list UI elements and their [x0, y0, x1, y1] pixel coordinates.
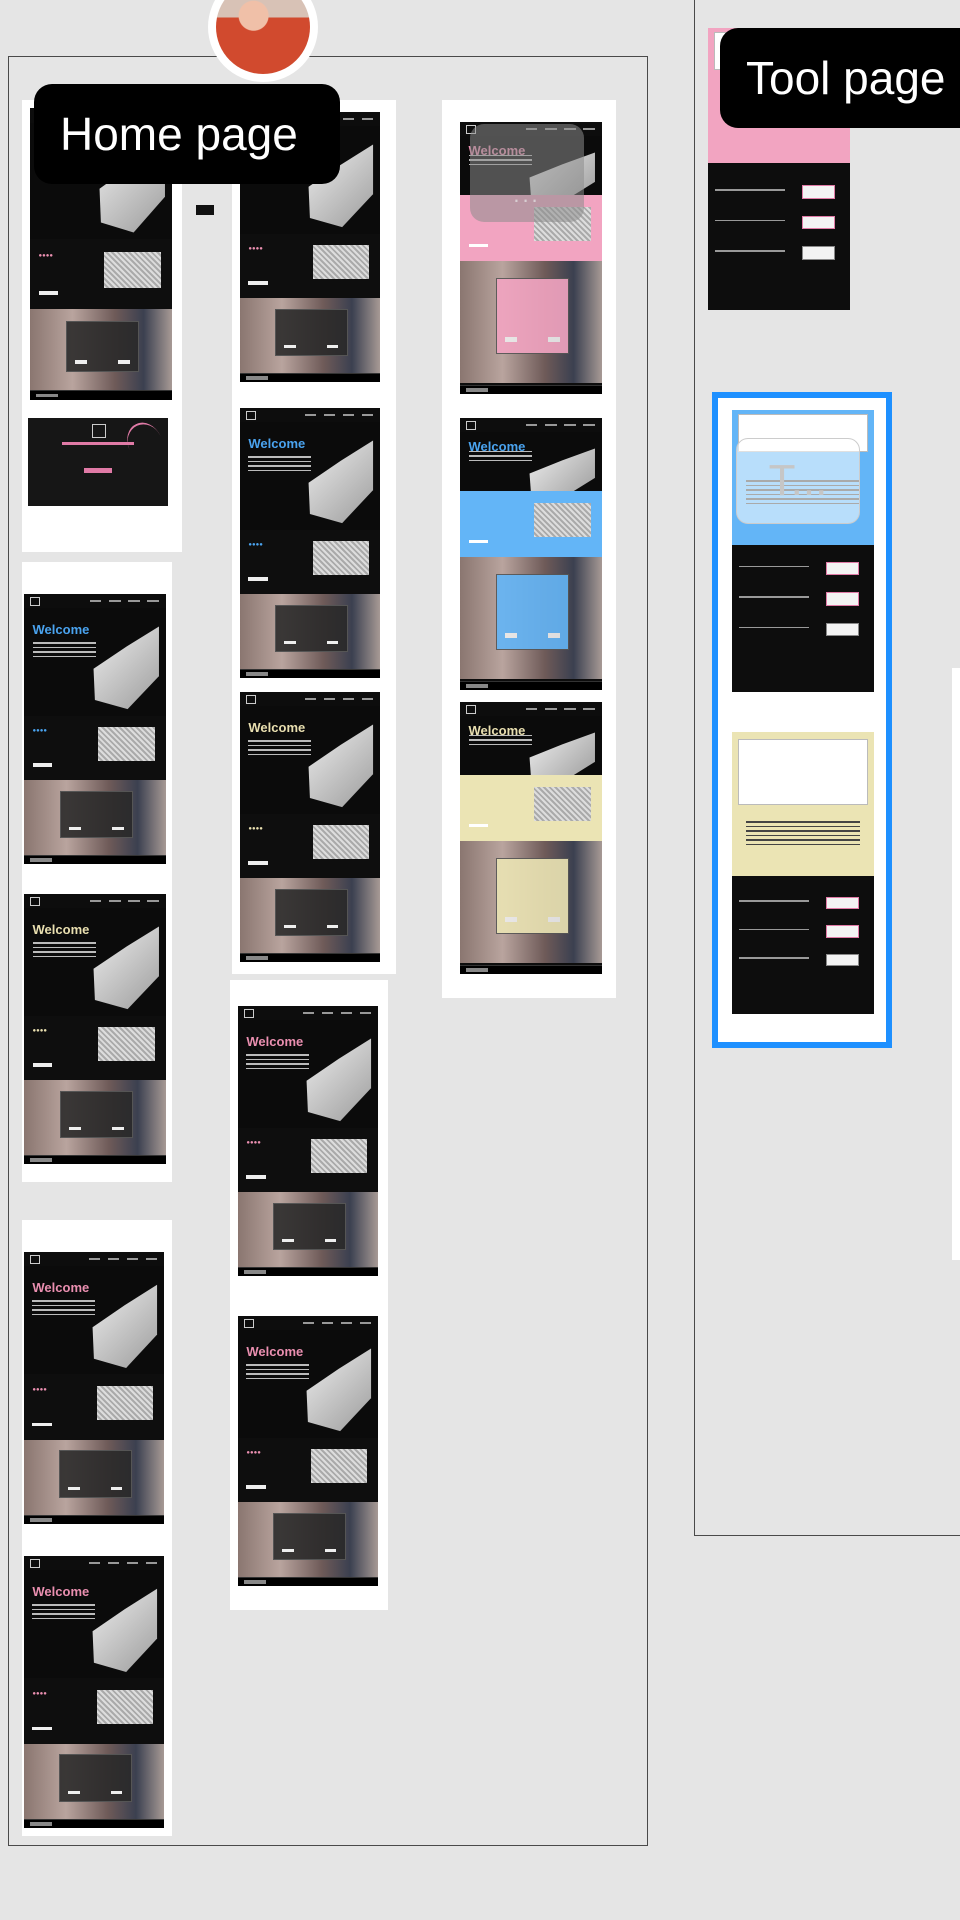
- drag-preview-overlay: ...: [470, 124, 584, 222]
- text-tool-cursor[interactable]: T...: [736, 438, 860, 524]
- home-screen-pink-6[interactable]: Welcome ●●●●: [238, 1316, 378, 1586]
- home-page-label[interactable]: Home page: [34, 84, 340, 184]
- welcome-heading: Welcome: [32, 1583, 90, 1599]
- welcome-heading: Welcome: [248, 435, 306, 451]
- home-screen-blue-2[interactable]: Welcome ●●●●: [240, 408, 380, 678]
- tool-screen-cream[interactable]: [732, 732, 874, 1014]
- welcome-heading: Welcome: [32, 921, 90, 937]
- link-icon[interactable]: [196, 205, 214, 215]
- home-screen-blue-band[interactable]: Welcome: [460, 418, 602, 690]
- welcome-heading: Welcome: [32, 1279, 90, 1295]
- promo-frame[interactable]: [28, 416, 170, 506]
- welcome-heading: Welcome: [246, 1343, 304, 1359]
- home-screen-pink-2[interactable]: Welcome ●●●●: [24, 1252, 164, 1524]
- home-screen-pink-5[interactable]: Welcome ●●●●: [238, 1006, 378, 1276]
- welcome-heading: Welcome: [32, 621, 90, 637]
- home-screen-pink-3[interactable]: Welcome ●●●●: [24, 1556, 164, 1828]
- home-screen-cream-2[interactable]: Welcome ●●●●: [240, 692, 380, 962]
- tool-page-label[interactable]: Tool page: [720, 28, 960, 128]
- offscreen-frame-edge: [952, 668, 960, 1260]
- home-screen-cream-1[interactable]: Welcome ●●●●: [24, 894, 166, 1164]
- welcome-heading: Welcome: [248, 719, 306, 735]
- home-screen-cream-band[interactable]: Welcome: [460, 702, 602, 974]
- home-screen-blue-1[interactable]: Welcome ●●●●: [24, 594, 166, 864]
- welcome-heading: Welcome: [246, 1033, 304, 1049]
